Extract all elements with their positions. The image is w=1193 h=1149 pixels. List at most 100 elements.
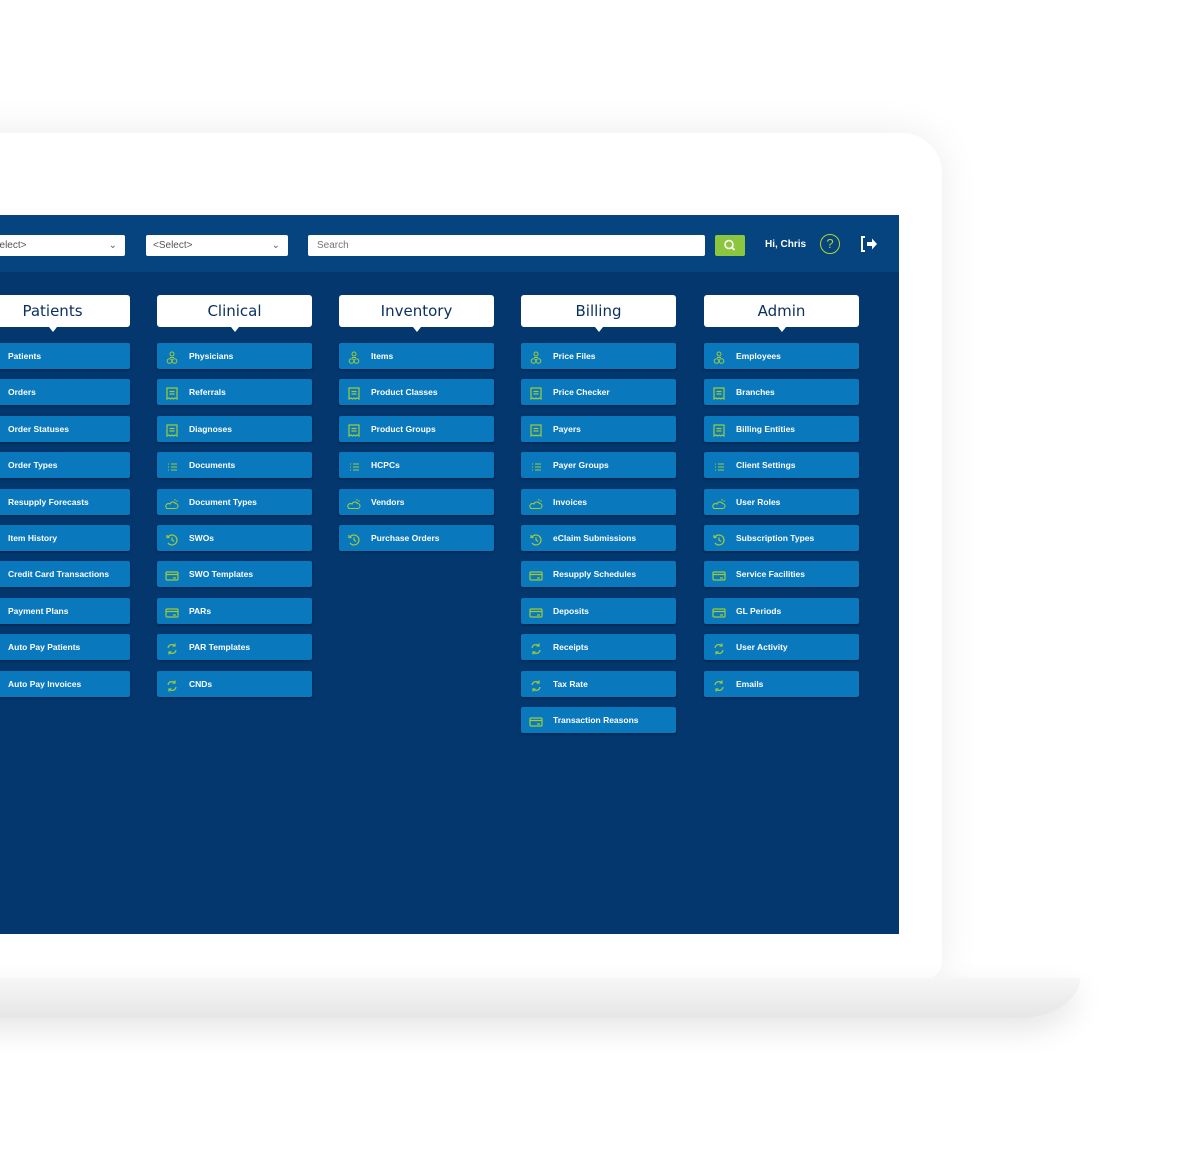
help-icon[interactable]: ? <box>820 234 840 254</box>
search-button[interactable] <box>715 235 745 256</box>
menu-item-eclaim-submissions[interactable]: eClaim Submissions <box>521 525 676 551</box>
menu-item-deposits[interactable]: Deposits <box>521 597 676 624</box>
menu-column-clinical: Clinical Physicians Referrals Diagnoses Docu… <box>157 295 312 697</box>
menu-item-documents[interactable]: Documents <box>157 452 312 479</box>
menu-item-swos[interactable]: SWOs <box>157 525 312 551</box>
card-icon <box>529 604 543 618</box>
menu-item-payment-plans[interactable]: Payment Plans <box>0 597 130 624</box>
menu-item-diagnoses[interactable]: Diagnoses <box>157 415 312 442</box>
menu-column-patients: Patients Patients Orders Order Statuses Orde… <box>0 295 130 697</box>
menu-item-branches[interactable]: Branches <box>704 379 859 406</box>
column-header: Patients <box>0 295 130 332</box>
menu-item-resupply-schedules[interactable]: Resupply Schedules <box>521 561 676 588</box>
menu-item-tax-rate[interactable]: Tax Rate <box>521 670 676 697</box>
menu-item-service-facilities[interactable]: Service Facilities <box>704 561 859 588</box>
menu-item-label: Subscription Types <box>736 533 815 543</box>
menu-item-credit-card-transactions[interactable]: Credit Card Transactions <box>0 561 130 588</box>
menu-item-emails[interactable]: Emails <box>704 670 859 697</box>
receipt-icon <box>712 385 726 401</box>
menu-item-client-settings[interactable]: Client Settings <box>704 452 859 479</box>
menu-item-price-files[interactable]: Price Files <box>521 343 676 369</box>
menu-item-subscription-types[interactable]: Subscription Types <box>704 525 859 551</box>
menu-item-transaction-reasons[interactable]: Transaction Reasons <box>521 707 676 733</box>
history-icon <box>712 531 726 546</box>
receipt-icon <box>347 385 361 401</box>
card-icon <box>712 604 726 618</box>
menu-item-gl-periods[interactable]: GL Periods <box>704 597 859 624</box>
menu-item-payer-groups[interactable]: Payer Groups <box>521 452 676 479</box>
menu-item-orders[interactable]: Orders <box>0 379 130 406</box>
history-icon <box>165 531 179 546</box>
menu-item-item-history[interactable]: Item History <box>0 525 130 551</box>
menu-item-label: SWOs <box>189 533 215 543</box>
menu-item-product-classes[interactable]: Product Classes <box>339 379 494 406</box>
menu-item-label: Order Statuses <box>8 423 69 434</box>
menu-item-order-types[interactable]: Order Types <box>0 452 130 479</box>
menu-item-items[interactable]: Items <box>339 343 494 369</box>
cloud-sun-icon <box>347 495 361 509</box>
card-icon <box>165 604 179 618</box>
menu-item-label: Resupply Schedules <box>553 569 637 580</box>
menu-item-order-statuses[interactable]: Order Statuses <box>0 415 130 442</box>
menu-item-product-groups[interactable]: Product Groups <box>339 415 494 442</box>
menu-item-user-roles[interactable]: User Roles <box>704 488 859 515</box>
menu-item-payers[interactable]: Payers <box>521 415 676 442</box>
menu-item-document-types[interactable]: Document Types <box>157 488 312 515</box>
cloud-sun-icon <box>529 495 543 509</box>
menu-item-cnds[interactable]: CNDs <box>157 670 312 697</box>
menu-item-referrals[interactable]: Referrals <box>157 379 312 406</box>
person-group-icon <box>347 349 361 364</box>
refresh-icon <box>712 677 726 692</box>
menu-item-label: GL Periods <box>736 605 782 616</box>
menu-item-label: Invoices <box>553 496 588 507</box>
select-dropdown-1[interactable]: <Select> ⌄ <box>0 235 125 256</box>
person-group-icon <box>712 349 726 364</box>
menu-item-label: Orders <box>8 387 36 398</box>
select-dropdown-2[interactable]: <Select> ⌄ <box>146 235 288 256</box>
menu-item-label: Receipts <box>553 642 589 653</box>
menu-item-patients[interactable]: Patients <box>0 343 130 369</box>
column-header: Admin <box>704 295 859 332</box>
column-header: Clinical <box>157 295 312 332</box>
menu-item-label: User Roles <box>736 496 781 507</box>
menu-item-receipts[interactable]: Receipts <box>521 634 676 661</box>
menu-item-label: Referrals <box>189 387 226 398</box>
receipt-icon <box>165 422 179 437</box>
search-input[interactable] <box>308 235 705 256</box>
chevron-down-icon: ⌄ <box>271 240 280 251</box>
menu-item-pars[interactable]: PARs <box>157 597 312 624</box>
logout-icon[interactable] <box>859 235 879 258</box>
menu-item-invoices[interactable]: Invoices <box>521 488 676 515</box>
menu-item-price-checker[interactable]: Price Checker <box>521 379 676 406</box>
menu-item-label: Physicians <box>189 351 234 361</box>
menu-item-label: Item History <box>8 533 58 543</box>
menu-item-label: Payment Plans <box>8 605 69 616</box>
menu-item-swo-templates[interactable]: SWO Templates <box>157 561 312 588</box>
menu-item-billing-entities[interactable]: Billing Entities <box>704 415 859 442</box>
menu-item-label: Items <box>371 351 394 361</box>
menu-item-purchase-orders[interactable]: Purchase Orders <box>339 525 494 551</box>
menu-item-resupply-forecasts[interactable]: Resupply Forecasts <box>0 488 130 515</box>
menu-item-par-templates[interactable]: PAR Templates <box>157 634 312 661</box>
refresh-icon <box>529 677 543 692</box>
menu-item-employees[interactable]: Employees <box>704 343 859 369</box>
person-group-icon <box>529 349 543 364</box>
menu-item-label: Billing Entities <box>736 423 796 434</box>
refresh-icon <box>165 677 179 692</box>
search-icon <box>724 239 736 251</box>
menu-item-vendors[interactable]: Vendors <box>339 488 494 515</box>
menu-item-label: Employees <box>736 351 781 361</box>
column-header: Inventory <box>339 295 494 332</box>
menu-item-auto-pay-patients[interactable]: Auto Pay Patients <box>0 634 130 661</box>
menu-item-auto-pay-invoices[interactable]: Auto Pay Invoices <box>0 670 130 697</box>
menu-item-label: CNDs <box>189 678 213 689</box>
receipt-icon <box>165 385 179 401</box>
app-screen: <Select> ⌄ <Select> ⌄ Hi, Chris ? Patients… <box>0 215 899 934</box>
menu-item-physicians[interactable]: Physicians <box>157 343 312 369</box>
list-icon <box>165 458 179 472</box>
column-header: Billing <box>521 295 676 332</box>
menu-item-user-activity[interactable]: User Activity <box>704 634 859 661</box>
menu-item-label: Patients <box>8 351 42 361</box>
menu-item-label: HCPCs <box>371 460 400 471</box>
menu-item-hcpcs[interactable]: HCPCs <box>339 452 494 479</box>
